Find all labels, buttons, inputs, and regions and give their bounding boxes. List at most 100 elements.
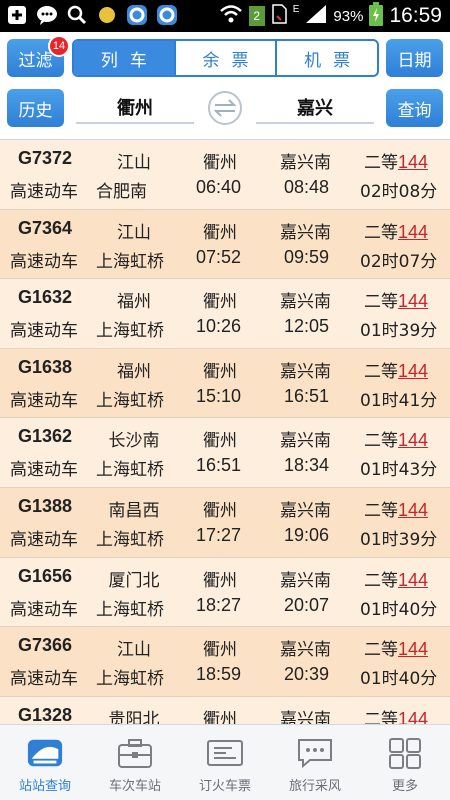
battery-percent: 93% <box>333 7 364 25</box>
arrive-time: 18:34 <box>284 455 330 476</box>
seat-class: 二等 <box>364 153 398 173</box>
train-row[interactable]: G7366 江山 衢州 嘉兴南 二等144 高速动车 上海虹桥 18:59 20… <box>0 627 450 697</box>
duration: 01时39分 <box>360 321 438 342</box>
tab-remaining-tickets[interactable]: 余票 <box>173 41 276 75</box>
depart-station: 衢州 <box>203 292 237 313</box>
duration: 01时41分 <box>360 390 438 411</box>
nav-train-station[interactable]: 车次车站 <box>90 725 180 800</box>
seat-class: 二等 <box>364 709 398 724</box>
query-button[interactable]: 查询 <box>386 89 443 127</box>
seat-count-link[interactable]: 144 <box>398 291 428 311</box>
train-row[interactable]: G1656 厦门北 衢州 嘉兴南 二等144 高速动车 上海虹桥 18:27 2… <box>0 557 450 628</box>
seat-count-link[interactable]: 144 <box>398 361 428 381</box>
train-number: G1328 <box>18 704 73 724</box>
app-q-icon <box>126 4 148 26</box>
terminal-station: 上海虹桥 <box>96 599 164 620</box>
origin-station: 福州 <box>117 361 151 382</box>
tab-trains[interactable]: 列车 <box>74 41 174 75</box>
seat-info: 二等144 <box>364 705 428 724</box>
battery-charging-icon <box>369 2 384 30</box>
seat-class: 二等 <box>364 431 398 452</box>
depart-station: 衢州 <box>203 500 237 521</box>
tab-flights[interactable]: 机票 <box>275 41 377 75</box>
seat-class: 二等 <box>364 361 398 382</box>
seat-count-link[interactable]: 144 <box>398 222 428 242</box>
seat-count-link[interactable]: 144 <box>398 500 428 520</box>
terminal-station: 上海虹桥 <box>96 460 164 481</box>
train-icon <box>26 737 64 769</box>
wifi-icon <box>219 4 243 28</box>
train-type: 高速动车 <box>10 390 78 411</box>
nav-book-ticket[interactable]: 订火车票 <box>180 725 270 800</box>
seat-info: 二等144 <box>364 148 428 173</box>
grid-icon <box>386 737 424 769</box>
depart-time: 10:26 <box>196 316 242 337</box>
duration: 01时43分 <box>360 460 438 481</box>
nav-more[interactable]: 更多 <box>360 725 450 800</box>
duration: 02时08分 <box>360 182 438 202</box>
seat-info: 二等144 <box>364 496 428 521</box>
seat-count-link[interactable]: 144 <box>398 570 428 590</box>
mode-tabs: 列车 余票 机票 <box>72 39 379 77</box>
ticket-icon <box>206 737 244 769</box>
swap-stations-icon[interactable] <box>208 91 242 125</box>
arrive-station: 嘉兴南 <box>280 570 331 591</box>
train-row[interactable]: G1388 南昌西 衢州 嘉兴南 二等144 高速动车 上海虹桥 17:27 1… <box>0 487 450 558</box>
depart-time: 06:40 <box>196 177 242 197</box>
seat-count-link[interactable]: 144 <box>398 430 428 450</box>
train-type: 高速动车 <box>10 251 78 272</box>
train-row[interactable]: G7372 江山 衢州 嘉兴南 二等144 高速动车 合肥南 06:40 08:… <box>0 140 450 210</box>
duration: 01时40分 <box>360 669 438 690</box>
sim-indicator: 2 <box>248 6 265 26</box>
coin-icon <box>96 4 118 26</box>
depart-time: 18:27 <box>196 594 242 615</box>
depart-time: 07:52 <box>196 246 242 267</box>
seat-count-link[interactable]: 144 <box>398 152 428 172</box>
filter-label: 过滤 <box>18 50 53 71</box>
search-header: 过滤 14 列车 余票 机票 日期 历史 衢州 嘉兴 查询 <box>0 32 450 140</box>
arrive-station: 嘉兴南 <box>280 500 331 521</box>
nav-label: 站站查询 <box>18 779 71 794</box>
origin-station: 福州 <box>117 292 151 313</box>
seat-count-link[interactable]: 144 <box>398 639 428 659</box>
seat-count-link[interactable]: 144 <box>398 709 428 724</box>
train-number: G7364 <box>18 217 73 238</box>
seat-class: 二等 <box>364 640 398 661</box>
depart-station: 衢州 <box>203 222 237 243</box>
train-type: 高速动车 <box>10 321 78 342</box>
from-station-field[interactable]: 衢州 <box>76 92 194 124</box>
train-row[interactable]: G7364 江山 衢州 嘉兴南 二等144 高速动车 上海虹桥 07:52 09… <box>0 209 450 280</box>
train-number: G7372 <box>18 148 73 168</box>
train-row[interactable]: G1638 福州 衢州 嘉兴南 二等144 高速动车 上海虹桥 15:10 16… <box>0 348 450 419</box>
seat-info: 二等144 <box>364 218 428 243</box>
nav-label: 更多 <box>391 779 418 794</box>
to-station-field[interactable]: 嘉兴 <box>256 92 374 124</box>
depart-time: 15:10 <box>196 385 242 406</box>
train-number: G1656 <box>18 565 73 586</box>
seat-class: 二等 <box>364 570 398 591</box>
seat-info: 二等144 <box>364 566 428 591</box>
train-row[interactable]: G1362 长沙南 衢州 嘉兴南 二等144 高速动车 上海虹桥 16:51 1… <box>0 418 450 488</box>
arrive-time: 12:05 <box>284 316 330 337</box>
train-number: G1362 <box>18 426 73 447</box>
search-icon <box>66 4 88 26</box>
origin-station: 厦门北 <box>108 570 160 591</box>
nav-station-query[interactable]: 站站查询 <box>0 725 90 800</box>
arrive-station: 嘉兴南 <box>280 292 331 313</box>
arrive-time: 19:06 <box>284 524 330 545</box>
date-button[interactable]: 日期 <box>386 39 443 77</box>
duration: 02时07分 <box>360 251 438 272</box>
terminal-station: 上海虹桥 <box>96 529 164 550</box>
train-type: 高速动车 <box>10 529 78 550</box>
nav-travel-gallery[interactable]: 旅行采风 <box>270 725 360 800</box>
train-type: 高速动车 <box>10 460 78 481</box>
train-row[interactable]: G1328 贵阳北 衢州 嘉兴南 二等144 <box>0 696 450 724</box>
sim-card-icon <box>271 4 287 28</box>
origin-station: 南昌西 <box>108 500 160 521</box>
duration: 01时40分 <box>360 599 438 620</box>
seat-info: 二等144 <box>364 287 428 312</box>
train-row[interactable]: G1632 福州 衢州 嘉兴南 二等144 高速动车 上海虹桥 10:26 12… <box>0 279 450 349</box>
history-button[interactable]: 历史 <box>7 89 64 127</box>
terminal-station: 上海虹桥 <box>96 251 164 272</box>
arrive-station: 嘉兴南 <box>280 431 331 452</box>
